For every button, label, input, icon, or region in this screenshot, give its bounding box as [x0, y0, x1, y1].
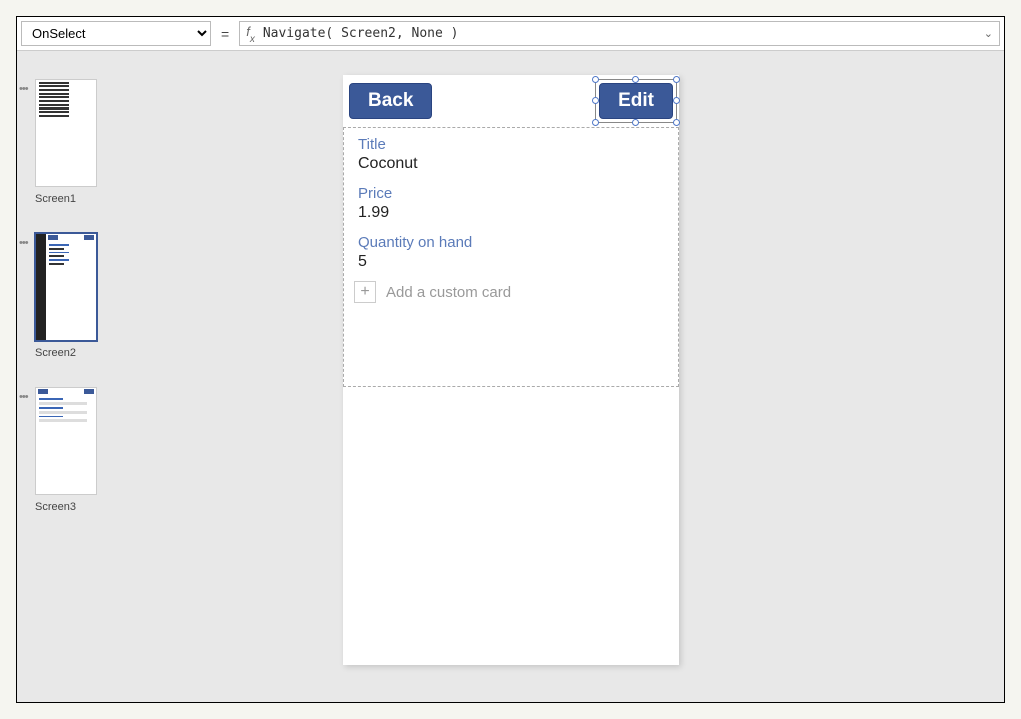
card-value: 1.99: [358, 204, 664, 222]
resize-handle[interactable]: [592, 97, 599, 104]
display-form[interactable]: Title Coconut Price 1.99 Quantity on han…: [343, 127, 679, 387]
resize-handle[interactable]: [673, 97, 680, 104]
resize-handle[interactable]: [632, 76, 639, 83]
thumbnail-preview[interactable]: [35, 79, 97, 187]
main-area: ••• Screen1 •••: [17, 51, 1004, 702]
card-label: Title: [358, 136, 664, 153]
plus-icon: +: [354, 281, 376, 303]
resize-handle[interactable]: [632, 119, 639, 126]
fx-icon: fx: [246, 24, 255, 43]
thumbnail-screen1[interactable]: ••• Screen1: [23, 79, 109, 205]
property-selector[interactable]: OnSelect: [21, 21, 211, 46]
card-title[interactable]: Title Coconut: [344, 128, 678, 177]
formula-bar: OnSelect = fx Navigate( Screen2, None ) …: [17, 17, 1004, 51]
screen-thumbnails: ••• Screen1 •••: [17, 51, 117, 702]
resize-handle[interactable]: [673, 76, 680, 83]
resize-handle[interactable]: [592, 76, 599, 83]
add-custom-card[interactable]: + Add a custom card: [344, 275, 678, 309]
formula-text[interactable]: Navigate( Screen2, None ): [263, 26, 984, 41]
edit-button[interactable]: Edit: [599, 83, 673, 119]
back-button[interactable]: Back: [349, 83, 432, 119]
screen-header: Back Edit: [343, 75, 679, 127]
canvas[interactable]: Back Edit: [117, 51, 1004, 702]
edit-button-label: Edit: [618, 90, 654, 111]
add-card-label: Add a custom card: [386, 284, 511, 301]
app-frame: OnSelect = fx Navigate( Screen2, None ) …: [16, 16, 1005, 703]
resize-handle[interactable]: [592, 119, 599, 126]
card-value: Coconut: [358, 155, 664, 173]
thumbnail-label: Screen2: [35, 347, 109, 359]
more-icon[interactable]: •••: [19, 237, 28, 249]
thumbnail-preview[interactable]: [35, 233, 97, 341]
resize-handle[interactable]: [673, 119, 680, 126]
card-label: Quantity on hand: [358, 234, 664, 251]
more-icon[interactable]: •••: [19, 83, 28, 95]
chevron-down-icon[interactable]: ⌄: [984, 27, 993, 40]
thumbnail-screen2[interactable]: ••• Screen2: [23, 233, 109, 359]
formula-input[interactable]: fx Navigate( Screen2, None ) ⌄: [239, 21, 1000, 46]
more-icon[interactable]: •••: [19, 391, 28, 403]
card-value: 5: [358, 253, 664, 271]
thumbnail-preview[interactable]: [35, 387, 97, 495]
card-label: Price: [358, 185, 664, 202]
thumbnail-label: Screen1: [35, 193, 109, 205]
thumbnail-screen3[interactable]: ••• Screen3: [23, 387, 109, 513]
phone-screen: Back Edit: [343, 75, 679, 665]
card-quantity[interactable]: Quantity on hand 5: [344, 226, 678, 275]
card-price[interactable]: Price 1.99: [344, 177, 678, 226]
thumbnail-label: Screen3: [35, 501, 109, 513]
equals-label: =: [217, 21, 233, 46]
